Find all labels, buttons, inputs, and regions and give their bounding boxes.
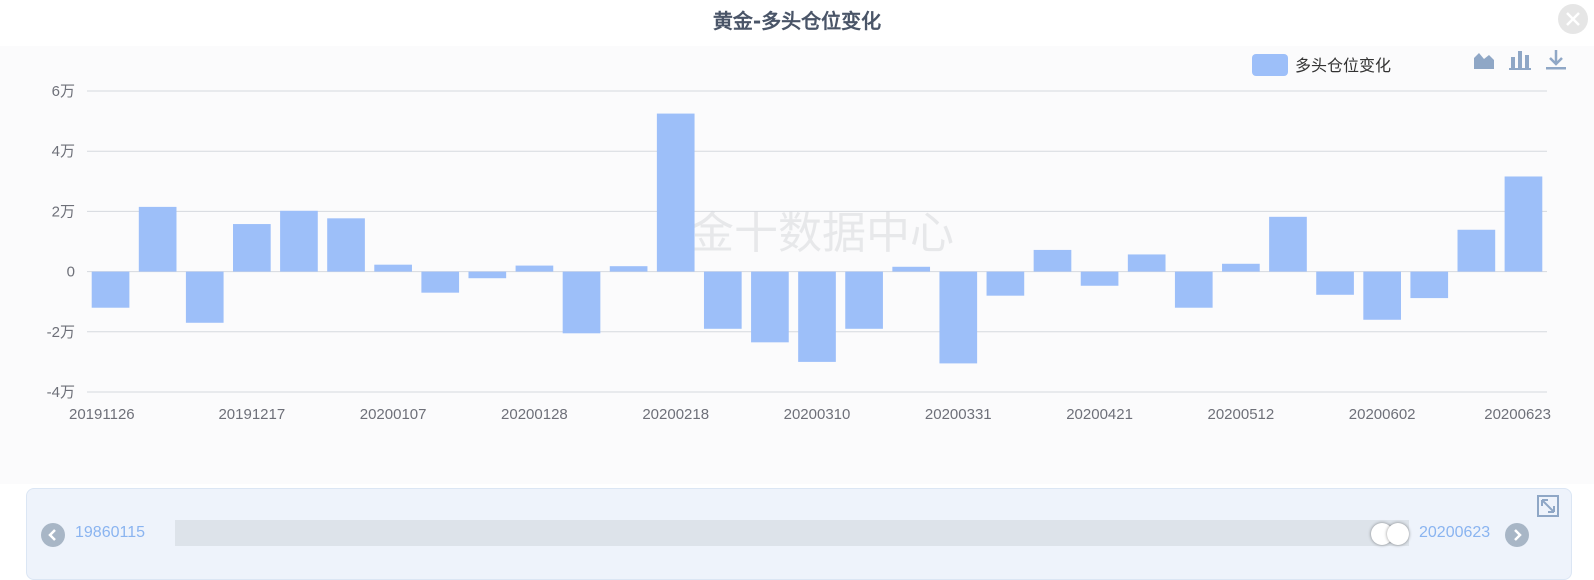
x-tick-label: 20191217 [218, 406, 285, 423]
bar[interactable] [1080, 271, 1119, 286]
bar[interactable] [1316, 271, 1354, 295]
zoom-next-button[interactable] [1505, 523, 1529, 547]
bar[interactable] [751, 271, 789, 343]
bar[interactable] [1269, 216, 1307, 272]
bar[interactable] [892, 266, 931, 272]
y-tick-label: 0 [67, 264, 75, 281]
bar[interactable] [986, 271, 1025, 296]
expand-icon[interactable] [1537, 495, 1559, 517]
x-tick-label: 20200128 [501, 406, 568, 423]
bar[interactable] [703, 271, 742, 329]
bar[interactable] [1504, 176, 1543, 272]
bar[interactable] [280, 210, 318, 272]
y-tick-label: -4万 [47, 384, 75, 401]
close-button[interactable] [1558, 4, 1588, 34]
x-tick-label: 20200623 [1484, 406, 1551, 423]
bar[interactable] [138, 206, 177, 272]
bar[interactable] [1033, 249, 1072, 272]
zoom-prev-button[interactable] [41, 523, 65, 547]
bar[interactable] [327, 218, 365, 272]
y-tick-label: 2万 [52, 203, 75, 220]
bar[interactable] [233, 224, 271, 272]
bar[interactable] [939, 271, 978, 364]
bar-chart: 金十数据中心 -4万 -2万 0 2万 4万 6万 20191126 20191217 202… [47, 54, 1551, 423]
zoom-slider-track[interactable] [175, 520, 1409, 546]
x-tick-label: 20200421 [1066, 406, 1133, 423]
bar[interactable] [1410, 271, 1449, 299]
y-tick-label: 6万 [52, 83, 75, 100]
bar[interactable] [374, 264, 412, 272]
bar[interactable] [1174, 271, 1213, 308]
close-icon [1566, 12, 1580, 26]
watermark-text: 金十数据中心 [690, 209, 954, 258]
area-chart-icon[interactable] [1472, 48, 1496, 72]
download-icon[interactable] [1544, 48, 1568, 72]
y-axis-labels: -4万 -2万 0 2万 4万 6万 [47, 83, 75, 401]
x-tick-label: 20200602 [1349, 406, 1416, 423]
bar[interactable] [468, 271, 507, 279]
x-tick-label: 20200331 [925, 406, 992, 423]
bar[interactable] [798, 271, 836, 362]
x-tick-label: 20200218 [642, 406, 709, 423]
bar[interactable] [185, 271, 224, 323]
x-tick-label: 20191126 [69, 406, 135, 423]
legend[interactable]: 多头仓位变化 [1252, 54, 1391, 76]
x-axis-labels: 20191126 20191217 20200107 20200128 20200218… [69, 406, 1551, 423]
bar[interactable] [1127, 254, 1166, 272]
x-tick-label: 20200310 [784, 406, 851, 423]
bar[interactable] [1457, 229, 1496, 272]
chevron-left-icon [48, 529, 56, 541]
zoom-handle-end[interactable] [1387, 523, 1409, 545]
bar[interactable] [515, 265, 554, 272]
bar[interactable] [421, 271, 460, 293]
bar[interactable] [562, 271, 601, 334]
bar[interactable] [656, 113, 695, 272]
y-tick-label: 4万 [52, 143, 75, 160]
zoom-end-label: 20200623 [1419, 524, 1491, 541]
bar[interactable] [1363, 271, 1401, 320]
chevron-right-icon [1514, 529, 1522, 541]
bar[interactable] [1222, 263, 1260, 272]
x-tick-label: 20200512 [1207, 406, 1274, 423]
chart-title: 黄金-多头仓位变化 [712, 9, 882, 33]
bar[interactable] [845, 271, 883, 329]
y-tick-label: -2万 [47, 324, 75, 341]
zoom-start-label: 19860115 [75, 524, 145, 541]
bar-chart-icon[interactable] [1508, 48, 1532, 72]
bar[interactable] [91, 271, 130, 308]
legend-swatch [1252, 54, 1288, 76]
x-tick-label: 20200107 [360, 406, 427, 423]
legend-label: 多头仓位变化 [1295, 57, 1391, 75]
bar[interactable] [609, 266, 648, 272]
data-zoom-panel: 19860115 20200623 [26, 488, 1572, 580]
toolbox [1472, 48, 1568, 72]
